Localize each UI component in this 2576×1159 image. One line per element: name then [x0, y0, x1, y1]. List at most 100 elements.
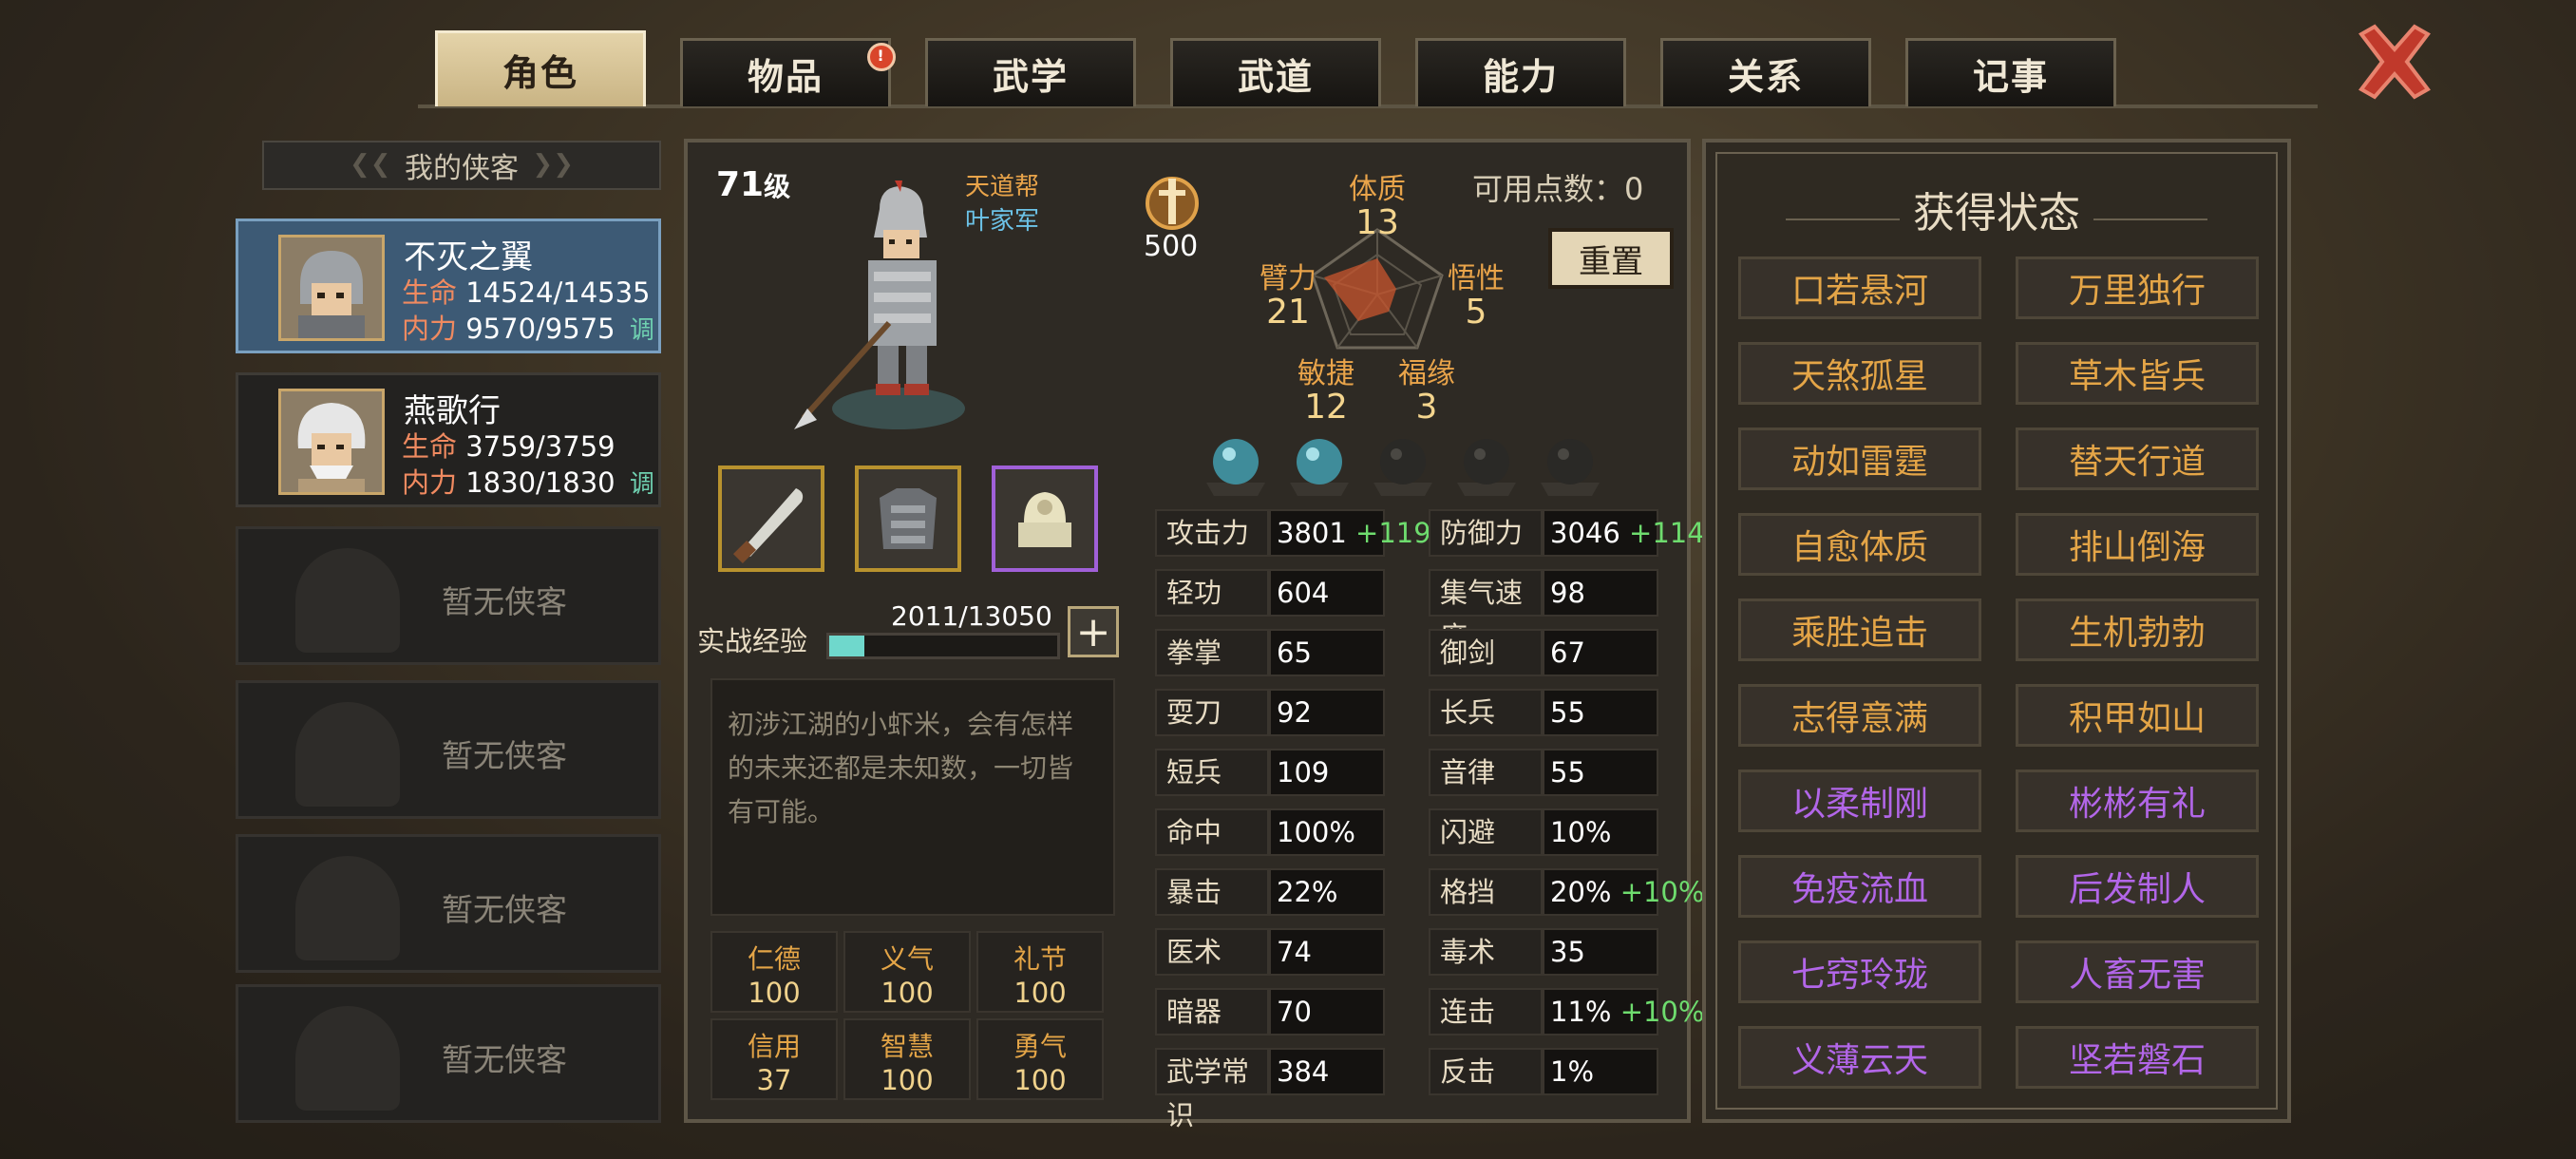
- virtue-label: 勇气: [1013, 1031, 1067, 1062]
- close-button[interactable]: [2354, 21, 2435, 103]
- hero-card[interactable]: 燕歌行 生命 3759/3759 内力 1830/1830 调: [236, 372, 661, 507]
- stat-number: 67: [1550, 636, 1585, 669]
- tab-relations[interactable]: 关系: [1660, 38, 1871, 106]
- virtue-value: 100: [748, 977, 801, 1009]
- equip-slot-accessory[interactable]: [992, 466, 1098, 572]
- status-effect[interactable]: 排山倒海: [2016, 513, 2259, 576]
- character-description: 初涉江湖的小虾米，会有怎样的未来还都是未知数，一切皆有可能。: [710, 678, 1115, 916]
- status-effect[interactable]: 义薄云天: [1738, 1026, 1981, 1089]
- status-effect[interactable]: 七窍玲珑: [1738, 940, 1981, 1003]
- virtue-cell: 智慧 100: [843, 1018, 971, 1100]
- status-effect[interactable]: 人畜无害: [2016, 940, 2259, 1003]
- virtue-cell: 礼节 100: [976, 931, 1104, 1013]
- status-effect[interactable]: 后发制人: [2016, 855, 2259, 918]
- status-effect[interactable]: 彬彬有礼: [2016, 770, 2259, 832]
- stat-name: 武学常识: [1155, 1048, 1269, 1131]
- attr-value: 21: [1266, 293, 1310, 332]
- empty-slot-label: 暂无侠客: [442, 583, 567, 620]
- mp-label: 内力: [402, 313, 458, 345]
- stat-name: 反击: [1429, 1048, 1543, 1095]
- tab-ability[interactable]: 能力: [1415, 38, 1626, 106]
- empty-slot-label: 暂无侠客: [442, 891, 567, 928]
- stat-value: 98: [1550, 569, 1585, 617]
- silhouette-icon: [295, 702, 400, 807]
- status-effect[interactable]: 以柔制刚: [1738, 770, 1981, 832]
- attr-label: 悟性: [1448, 262, 1505, 295]
- orb-icon-filled[interactable]: [1201, 429, 1271, 500]
- status-effect[interactable]: 免疫流血: [1738, 855, 1981, 918]
- stat-value: 11% +10%: [1550, 988, 1704, 1036]
- attr-fortune: 福缘 3: [1370, 350, 1484, 425]
- status-effect[interactable]: 草木皆兵: [2016, 342, 2259, 405]
- orb-icon-empty[interactable]: [1368, 429, 1438, 500]
- stat-value: 55: [1550, 689, 1585, 736]
- tab-martial-way[interactable]: 武道: [1170, 38, 1381, 106]
- stat-number: 11%: [1550, 996, 1612, 1028]
- tab-character[interactable]: 角色: [435, 30, 646, 106]
- status-effect[interactable]: 生机勃勃: [2016, 598, 2259, 661]
- stat-number: 10%: [1550, 816, 1612, 848]
- stat-number: 3801: [1277, 517, 1347, 549]
- stat-name: 毒术: [1429, 928, 1543, 976]
- empty-hero-slot[interactable]: 暂无侠客: [236, 984, 661, 1123]
- exp-progress-bar: [826, 633, 1060, 659]
- hero-portrait: [278, 235, 385, 341]
- orb-icon-empty[interactable]: [1451, 429, 1522, 500]
- status-effect[interactable]: 坚若磐石: [2016, 1026, 2259, 1089]
- attr-label: 臂力: [1260, 262, 1316, 295]
- virtue-label: 智慧: [880, 1031, 934, 1062]
- tab-journal[interactable]: 记事: [1905, 38, 2116, 106]
- reputation-icon: [1146, 177, 1199, 230]
- stat-name: 御剑: [1429, 629, 1543, 676]
- tab-items[interactable]: 物品 !: [680, 38, 896, 106]
- status-panel: 获得状态 口若悬河 万里独行 天煞孤星 草木皆兵 动如雷霆 替天行道 自愈体质 排山倒海 乘胜追…: [1702, 139, 2291, 1123]
- stat-number: 92: [1277, 696, 1312, 729]
- stat-number: 1%: [1550, 1055, 1595, 1088]
- hero-card-selected[interactable]: 不灭之翼 生命 14524/14535 内力 9570/9575 调: [236, 218, 661, 353]
- add-exp-button[interactable]: +: [1068, 606, 1119, 657]
- stat-value: 65: [1277, 629, 1312, 676]
- character-panel: 71级 天道帮 叶家军 500 体质 13 臂力 21 悟性 5 敏捷 12 福…: [684, 139, 1722, 1131]
- status-effect[interactable]: 口若悬河: [1738, 256, 1981, 319]
- orb-icon-filled[interactable]: [1284, 429, 1354, 500]
- stat-name: 闪避: [1429, 808, 1543, 856]
- empty-slot-label: 暂无侠客: [442, 737, 567, 774]
- status-effect[interactable]: 替天行道: [2016, 428, 2259, 490]
- stat-name: 医术: [1155, 928, 1269, 976]
- virtue-cell: 信用 37: [710, 1018, 838, 1100]
- virtue-label: 义气: [880, 943, 934, 975]
- reset-button[interactable]: 重置: [1548, 228, 1674, 289]
- tab-martial-arts[interactable]: 武学: [925, 38, 1136, 106]
- empty-slot-label: 暂无侠客: [442, 1041, 567, 1078]
- status-effect[interactable]: 动如雷霆: [1738, 428, 1981, 490]
- equip-slot-weapon[interactable]: [718, 466, 824, 572]
- status-effect[interactable]: 天煞孤星: [1738, 342, 1981, 405]
- status-effect[interactable]: 万里独行: [2016, 256, 2259, 319]
- orb-icon-empty[interactable]: [1535, 429, 1605, 500]
- stat-name: 音律: [1429, 749, 1543, 796]
- stat-value: 100%: [1277, 808, 1355, 856]
- notification-badge: !: [867, 43, 896, 71]
- status-effect[interactable]: 自愈体质: [1738, 513, 1981, 576]
- stat-number: 55: [1550, 696, 1585, 729]
- close-icon: [2358, 24, 2431, 100]
- virtue-label: 礼节: [1013, 943, 1067, 975]
- seal-icon: [1018, 492, 1071, 547]
- empty-hero-slot[interactable]: 暂无侠客: [236, 680, 661, 819]
- empty-hero-slot[interactable]: 暂无侠客: [236, 834, 661, 973]
- virtue-value: 100: [1013, 1064, 1067, 1096]
- stat-value: 109: [1277, 749, 1329, 796]
- status-title: 获得状态: [1913, 189, 2080, 238]
- status-effect[interactable]: 积甲如山: [2016, 684, 2259, 747]
- equip-slot-armor[interactable]: [855, 466, 961, 572]
- stat-value: 10%: [1550, 808, 1611, 856]
- stat-name: 耍刀: [1155, 689, 1269, 736]
- empty-hero-slot[interactable]: 暂无侠客: [236, 526, 661, 665]
- sidebar-header: 我的侠客: [262, 141, 661, 190]
- status-effect[interactable]: 志得意满: [1738, 684, 1981, 747]
- status-effect[interactable]: 乘胜追击: [1738, 598, 1981, 661]
- silhouette-icon: [295, 856, 400, 960]
- adjust-button[interactable]: 调: [630, 316, 654, 345]
- adjust-button[interactable]: 调: [630, 470, 654, 499]
- stat-name: 轻功: [1155, 569, 1269, 617]
